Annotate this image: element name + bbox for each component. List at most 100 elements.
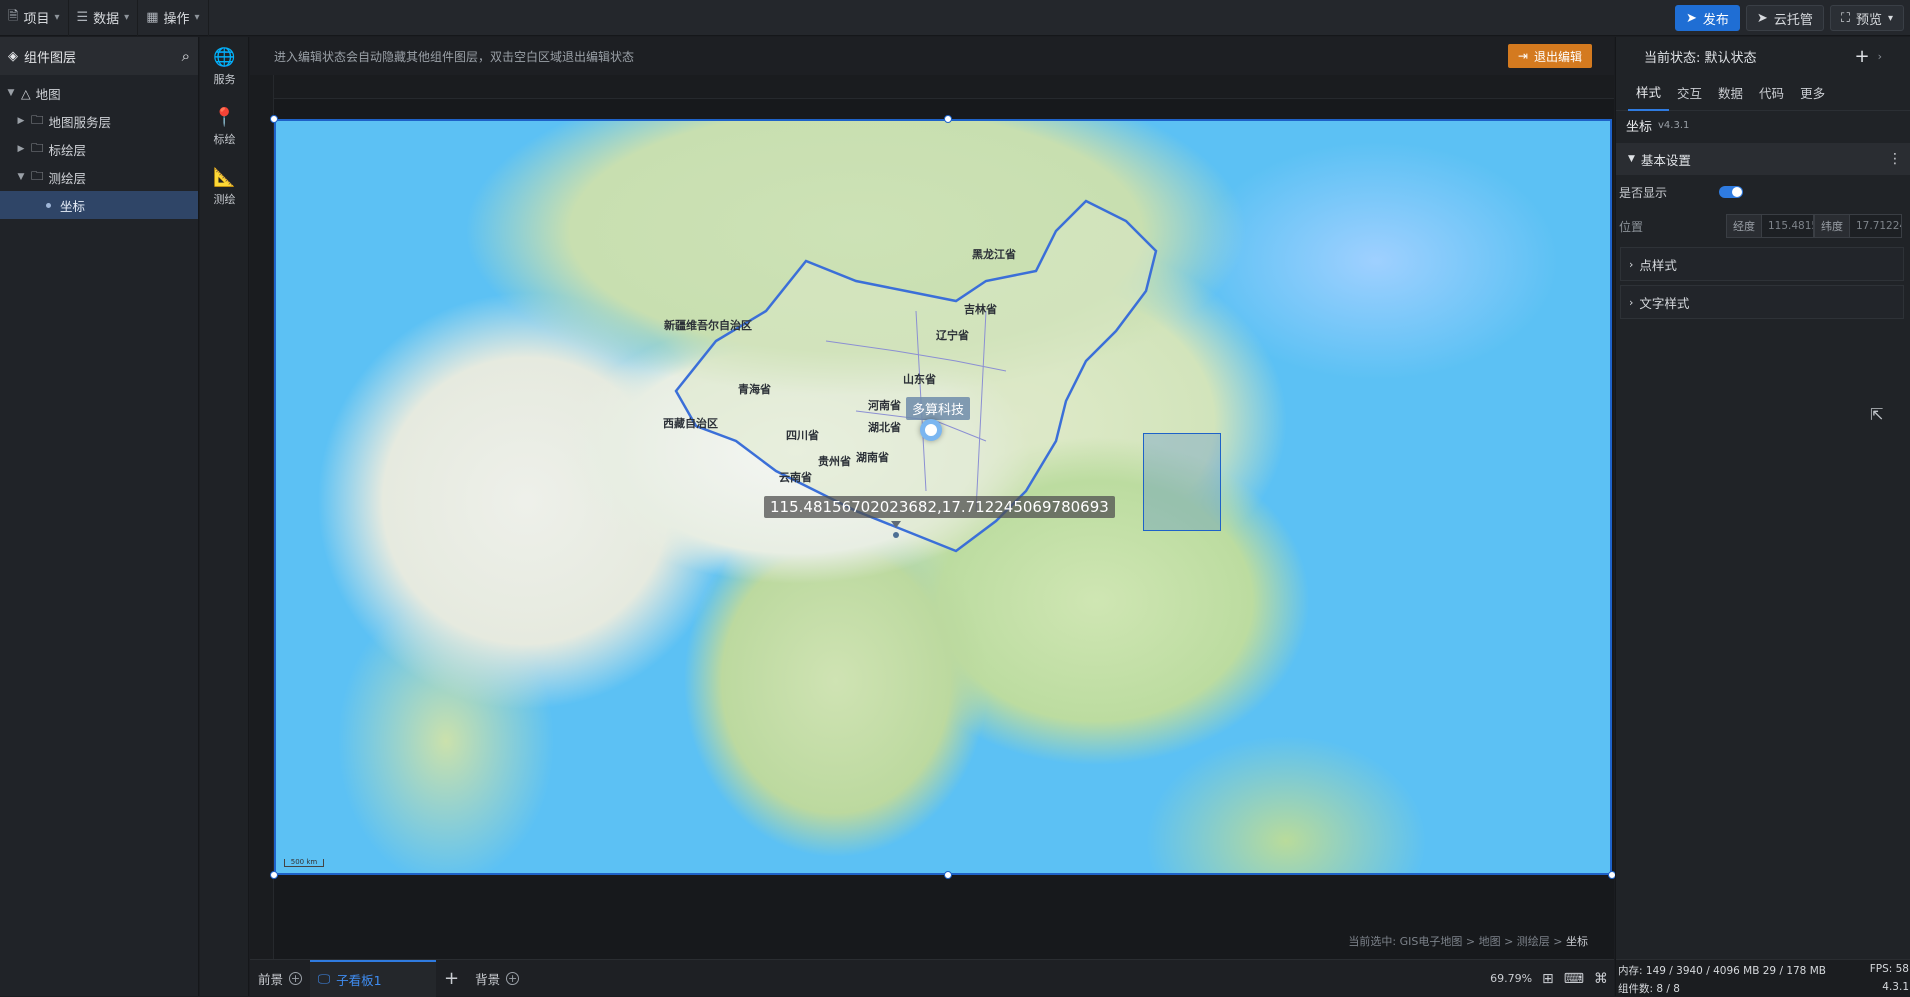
component-title: 坐标 v4.3.1: [1626, 119, 1690, 135]
fit-screen-icon[interactable]: ⊞: [1542, 971, 1554, 987]
tool-plot[interactable]: 📍 标绘: [200, 97, 249, 157]
monitor-icon: 🖵: [318, 971, 331, 986]
edit-hint-bar: 进入编辑状态会自动隐藏其他组件图层，双击空白区域退出编辑状态 ⇥ 退出编辑: [250, 37, 1614, 75]
coordinate-tooltip: 115.48156702023682,17.712245069780693: [764, 496, 1115, 518]
folder-icon: 🗀: [31, 167, 44, 183]
build-version: 4.3.1: [1882, 981, 1909, 993]
caret-down-icon[interactable]: ▼: [16, 172, 26, 182]
visible-toggle[interactable]: [1719, 186, 1743, 198]
tool-survey[interactable]: 📐 测绘: [200, 157, 249, 217]
caret-down-icon: ▼: [1628, 154, 1635, 164]
exit-icon: ⇥: [1517, 49, 1528, 63]
component-count: 组件数: 8 / 8: [1618, 983, 1680, 995]
point-style-section[interactable]: › 点样式: [1620, 247, 1904, 281]
add-circle-icon[interactable]: +: [506, 971, 520, 985]
menu-data[interactable]: ☰ 数据 ▾: [69, 0, 139, 36]
text-style-section[interactable]: › 文字样式: [1620, 285, 1904, 319]
menu-project[interactable]: 🗎 项目 ▾: [0, 0, 69, 36]
label-hubei: 湖北省: [868, 421, 901, 434]
tab-background[interactable]: 背景 +: [467, 960, 527, 997]
tab-foreground[interactable]: 前景 +: [250, 960, 310, 997]
ruler-icon: 📐: [213, 167, 236, 188]
state-bar: 当前状态: 默认状态 + ›: [1644, 45, 1882, 67]
add-board-button[interactable]: +: [436, 960, 467, 997]
add-circle-icon[interactable]: +: [289, 971, 303, 985]
pin-icon: 📍: [213, 107, 236, 128]
layer-tree: ▼ △ 地图 ▶ 🗀 地图服务层 ▶ 🗀 标绘层 ▼ 🗀 测绘层 坐标: [0, 75, 198, 219]
layer-panel: ◈ 组件图层 ⌕ ▼ △ 地图 ▶ 🗀 地图服务层 ▶ 🗀 标绘层 ▼ 🗀 测绘…: [0, 37, 199, 996]
caret-right-icon[interactable]: ▶: [16, 144, 26, 154]
caret-right-icon[interactable]: ▶: [16, 116, 26, 126]
longitude-field[interactable]: 115.48156: [1762, 214, 1814, 238]
grid-icon: ▦: [146, 10, 159, 25]
globe-icon: 🌐: [213, 47, 236, 68]
resize-handle-bottom[interactable]: [944, 871, 952, 879]
property-tabs: 样式 交互 数据 代码 更多: [1616, 75, 1910, 111]
marker-label: 多算科技: [906, 397, 971, 420]
preview-button[interactable]: ⛶ 预览 ▾: [1829, 5, 1904, 31]
status-footer: 内存: 149 / 3940 / 4096 MB 29 / 178 MB FPS…: [1616, 959, 1910, 996]
editor-canvas[interactable]: 进入编辑状态会自动隐藏其他组件图层，双击空白区域退出编辑状态 ⇥ 退出编辑 新疆…: [250, 37, 1616, 959]
menu-operate[interactable]: ▦ 操作 ▾: [138, 0, 209, 36]
latitude-field[interactable]: 17.712245: [1850, 214, 1902, 238]
tab-style[interactable]: 样式: [1628, 75, 1670, 111]
send-icon: ➤: [1686, 10, 1697, 26]
chevron-down-icon: ▾: [124, 12, 130, 23]
label-xinjiang: 新疆维吾尔自治区: [664, 319, 752, 332]
layer-panel-header: ◈ 组件图层 ⌕: [0, 37, 198, 75]
tab-interaction[interactable]: 交互: [1669, 75, 1710, 111]
label-hunan: 湖南省: [856, 451, 889, 464]
tab-more[interactable]: 更多: [1792, 75, 1833, 111]
resize-handle-bottom-left[interactable]: [270, 871, 278, 879]
top-bar: 🗎 项目 ▾ ☰ 数据 ▾ ▦ 操作 ▾ ➤ 发布 ➤ 云托管 ⛶ 预览 ▾: [0, 0, 1910, 36]
fps-readout: FPS: 58: [1869, 963, 1909, 975]
caret-down-icon[interactable]: ▼: [6, 88, 16, 98]
search-icon[interactable]: ⌕: [182, 47, 190, 65]
resize-handle-top-left[interactable]: [270, 115, 278, 123]
location-marker[interactable]: [920, 419, 942, 441]
longitude-label: 经度: [1726, 214, 1762, 238]
exit-edit-button[interactable]: ⇥ 退出编辑: [1507, 44, 1592, 68]
more-vertical-icon[interactable]: ⋮: [1888, 151, 1902, 167]
chevron-right-icon: ›: [1629, 295, 1634, 309]
keyboard-icon[interactable]: ⌨: [1564, 971, 1584, 987]
layer-coordinate[interactable]: 坐标: [0, 191, 198, 219]
tab-data[interactable]: 数据: [1710, 75, 1751, 111]
tool-strip: 🌐 服务 📍 标绘 📐 测绘: [200, 37, 249, 996]
layer-map-service[interactable]: ▶ 🗀 地图服务层: [0, 107, 198, 135]
cloud-host-button[interactable]: ➤ 云托管: [1745, 5, 1824, 31]
add-state-icon[interactable]: +: [1855, 46, 1870, 67]
position-row: 位置 经度 115.48156 纬度 17.712245: [1616, 209, 1910, 243]
tab-subboard-1[interactable]: 🖵 子看板1: [310, 959, 437, 997]
map-view[interactable]: 新疆维吾尔自治区 青海省 西藏自治区 四川省 云南省 黑龙江省 吉林省 辽宁省 …: [274, 119, 1612, 875]
database-icon: ☰: [76, 10, 89, 25]
layer-survey[interactable]: ▼ 🗀 测绘层: [0, 163, 198, 191]
label-jilin: 吉林省: [964, 303, 997, 316]
board-tabs-bar: 前景 + 🖵 子看板1 + 背景 + 69.79% ⊞ ⌨ ⌘: [250, 959, 1614, 997]
chevron-down-icon: ▾: [54, 12, 60, 23]
publish-button[interactable]: ➤ 发布: [1675, 5, 1740, 31]
memory-usage: 149 / 3940 / 4096 MB 29 / 178 MB: [1645, 965, 1826, 977]
layer-map[interactable]: ▼ △ 地图: [0, 79, 198, 107]
terminal-icon[interactable]: ⌘: [1594, 971, 1608, 987]
tool-service[interactable]: 🌐 服务: [200, 37, 249, 97]
label-liaoning: 辽宁省: [936, 329, 969, 342]
map-icon: △: [21, 85, 31, 101]
folder-icon: 🗀: [31, 111, 44, 127]
chevron-right-icon[interactable]: ›: [1878, 50, 1882, 63]
layer-plot[interactable]: ▶ 🗀 标绘层: [0, 135, 198, 163]
plus-icon: +: [444, 967, 460, 989]
selection-rectangle[interactable]: [1143, 433, 1221, 531]
folder-icon: 🗀: [31, 139, 44, 155]
bullet-icon: [46, 202, 51, 208]
zoom-controls: 69.79% ⊞ ⌨ ⌘: [1490, 960, 1608, 997]
chevron-right-icon: ›: [1629, 257, 1634, 271]
coordinate-point[interactable]: [893, 532, 899, 538]
visible-row: 是否显示: [1616, 175, 1910, 209]
label-xizang: 西藏自治区: [663, 417, 718, 430]
label-yunnan: 云南省: [779, 471, 812, 484]
file-icon: 🗎: [8, 8, 19, 24]
tab-code[interactable]: 代码: [1751, 75, 1792, 111]
resize-handle-top[interactable]: [944, 115, 952, 123]
basic-settings-header[interactable]: ▼ 基本设置 ⋮: [1616, 143, 1910, 175]
